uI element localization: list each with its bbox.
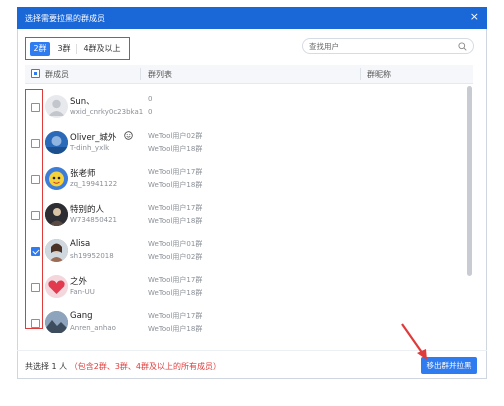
member-id: Anren_anhao xyxy=(70,324,116,332)
group-entry: WeTool用户18群 xyxy=(148,181,203,189)
column-divider xyxy=(360,68,361,80)
member-name: 特别的人 xyxy=(70,205,105,215)
group-entry: WeTool用户17群 xyxy=(148,168,203,176)
group-entry: WeTool用户17群 xyxy=(148,276,203,284)
member-name: 之外 xyxy=(70,277,88,287)
table-row[interactable]: 之外 Fan-UU WeTool用户17群 WeTool用户18群 xyxy=(25,269,473,305)
member-id: zq_19941122 xyxy=(70,180,118,188)
member-name: Oliver_城外 xyxy=(70,133,117,143)
header-member: 群成员 xyxy=(45,70,69,79)
smile-icon xyxy=(124,131,133,140)
checkbox-highlight-box xyxy=(25,89,43,329)
dark-avatar xyxy=(45,203,68,226)
member-id: W734850421 xyxy=(70,216,118,224)
table-row[interactable]: Oliver_城外 T-dinh_yxlk WeTool用户02群 WeTool… xyxy=(25,125,473,161)
group-entry: WeTool用户01群 xyxy=(148,240,203,248)
cartoon-avatar xyxy=(45,167,68,190)
group-entry: WeTool用户18群 xyxy=(148,145,203,153)
member-name: Gang xyxy=(70,311,93,321)
group-entry: 0 xyxy=(148,108,153,116)
group-entry: WeTool用户18群 xyxy=(148,325,203,333)
member-id: T-dinh_yxlk xyxy=(70,144,110,152)
selection-summary: 共选择 1 人 （包含2群、3群、4群及以上的所有成员） xyxy=(25,361,221,372)
group-entry: WeTool用户18群 xyxy=(148,217,203,225)
group-entry: WeTool用户02群 xyxy=(148,132,203,140)
member-name: Sun、 xyxy=(70,97,95,107)
group-entry: WeTool用户02群 xyxy=(148,253,203,261)
member-id: wxid_cnrky0c23bka1 xyxy=(70,108,144,116)
member-name: Alisa xyxy=(70,239,91,249)
table-row[interactable]: Alisa sh19952018 WeTool用户01群 WeTool用户02群 xyxy=(25,233,473,269)
search-input[interactable] xyxy=(309,41,449,52)
list-scrollbar[interactable] xyxy=(467,86,472,276)
group-entry: WeTool用户17群 xyxy=(148,204,203,212)
header-groups: 群列表 xyxy=(148,70,172,79)
close-icon[interactable]: × xyxy=(470,11,479,23)
dialog-title: 选择需要拉黑的群成员 xyxy=(25,14,105,23)
table-row[interactable]: 特别的人 W734850421 WeTool用户17群 WeTool用户18群 xyxy=(25,197,473,233)
select-all-checkbox[interactable] xyxy=(31,69,40,78)
group-entry: 0 xyxy=(148,95,153,103)
column-divider xyxy=(140,68,141,80)
tab-divider xyxy=(76,44,77,54)
group-count-tabs: 2群 3群 4群及以上 xyxy=(25,37,130,60)
member-name: 张老师 xyxy=(70,169,96,179)
header-nickname: 群昵称 xyxy=(367,70,391,79)
heart-avatar xyxy=(45,275,68,298)
group-entry: WeTool用户18群 xyxy=(148,289,203,297)
tab-2-groups[interactable]: 2群 xyxy=(30,42,50,56)
tab-3-groups[interactable]: 3群 xyxy=(55,42,73,56)
table-header: 群成员 群列表 群昵称 xyxy=(25,65,473,84)
table-row[interactable]: Sun、 wxid_cnrky0c23bka1 0 0 xyxy=(25,89,473,125)
member-id: sh19952018 xyxy=(70,252,114,260)
search-icon[interactable] xyxy=(458,42,467,51)
default-avatar xyxy=(45,95,68,118)
blue-avatar xyxy=(45,131,68,154)
table-row[interactable]: 张老师 zq_19941122 WeTool用户17群 WeTool用户18群 xyxy=(25,161,473,197)
mountain-avatar xyxy=(45,311,68,333)
search-box xyxy=(302,38,474,54)
dialog-titlebar: 选择需要拉黑的群成员 × xyxy=(17,7,487,29)
selected-count: 共选择 1 人 xyxy=(25,362,68,371)
selection-hint: （包含2群、3群、4群及以上的所有成员） xyxy=(69,362,222,371)
member-id: Fan-UU xyxy=(70,288,95,296)
photo-avatar xyxy=(45,239,68,262)
tab-4-plus-groups[interactable]: 4群及以上 xyxy=(79,42,125,56)
group-entry: WeTool用户17群 xyxy=(148,312,203,320)
arrow-annotation-icon xyxy=(401,323,427,360)
member-list: Sun、 wxid_cnrky0c23bka1 0 0 Oliver_城外 T-… xyxy=(25,85,473,333)
